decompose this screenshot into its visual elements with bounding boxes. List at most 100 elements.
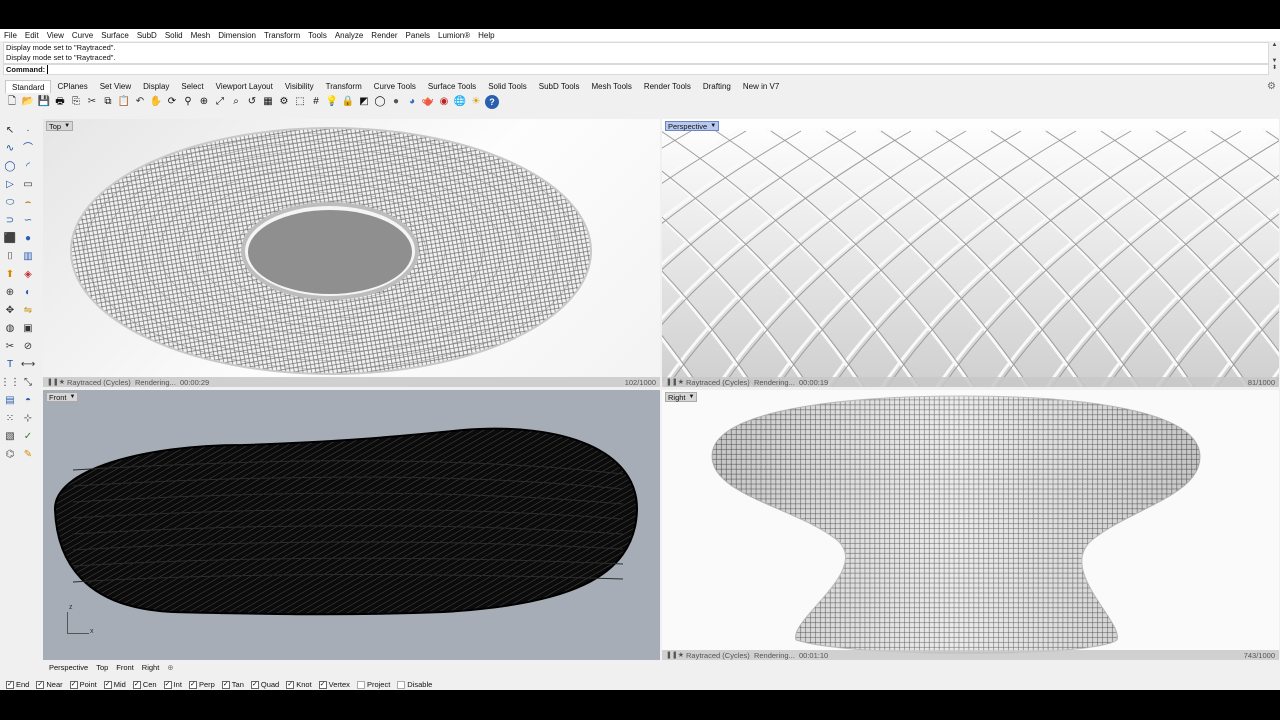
edit-points-icon[interactable]: ⊹ [20,412,36,426]
sphere-icon[interactable]: ● [20,232,36,246]
render-icon[interactable]: 🫖 [421,95,435,109]
toolbar-tab[interactable]: CPlanes [51,80,93,93]
check-icon[interactable]: ✓ [20,430,36,444]
rendered-icon[interactable]: ◕ [405,95,419,109]
osnap-vertex[interactable]: ✓ Vertex [318,680,350,689]
toolbar-tab[interactable]: Select [175,80,209,93]
zoom-icon[interactable]: ⚲ [181,95,195,109]
checkbox[interactable]: ✓ [6,680,14,689]
toolbar-tab[interactable]: Transform [320,80,368,93]
undo-icon[interactable]: ↶ [133,95,147,109]
viewport-tab[interactable]: Right [142,663,160,672]
save-icon[interactable]: 💾 [37,95,51,109]
command-scrollbar[interactable]: ⬍ [1270,64,1279,75]
menu-item[interactable]: Curve [72,31,93,40]
viewport-title-front[interactable]: Front ▼ [46,392,79,402]
osnap-point[interactable]: ✓ Point [69,680,97,689]
loft-icon[interactable]: ◈ [20,268,36,282]
analyze-icon[interactable]: ⌬ [2,448,18,462]
move-icon[interactable]: ✥ [2,304,18,318]
trim-icon[interactable]: ✂ [2,340,18,354]
menu-item[interactable]: Panels [406,31,430,40]
environment-icon[interactable]: 🌐 [453,95,467,109]
gear-icon[interactable]: ⚙ [1267,81,1276,92]
osnap-int[interactable]: ✓ Int [163,680,182,689]
checkbox[interactable]: ✓ [221,680,230,689]
viewport-right[interactable]: Right ▼ ❚❚★ Raytraced (Cycles) Rendering.… [662,390,1279,660]
osnap-tan[interactable]: ✓ Tan [221,680,244,689]
viewport-perspective[interactable]: Perspective ▼ ❚❚★ Raytraced (Cycles) Rend… [662,119,1279,387]
print-icon[interactable]: 🖶 [53,95,67,109]
help-icon[interactable]: ? [485,95,499,109]
pause-icon[interactable]: ❚❚★ [666,651,684,659]
osnap-knot[interactable]: ✓ Knot [286,680,312,689]
zoom-window-icon[interactable]: ⊕ [197,95,211,109]
render-sphere-icon[interactable]: ◓ [20,394,36,408]
array-icon[interactable]: ⋮⋮ [0,376,20,390]
select-all-icon[interactable]: ⬚ [293,95,307,109]
polygon-icon[interactable]: ▭ [20,178,36,192]
import-icon[interactable]: ⎘ [69,95,83,109]
ellipse-icon[interactable]: ⬭ [2,196,18,210]
viewport-title-top[interactable]: Top ▼ [46,121,74,131]
box-icon[interactable]: ⬛ [2,232,18,246]
toolbar-tab[interactable]: Mesh Tools [586,80,638,93]
menu-item[interactable]: View [47,31,64,40]
blend-curve-icon[interactable]: ∽ [20,214,36,228]
add-viewport-icon[interactable]: ⊕ [167,663,173,672]
checkbox[interactable]: ✓ [132,680,141,689]
open-file-icon[interactable]: 📂 [21,95,35,109]
offset-icon[interactable]: ⊃ [2,214,18,228]
layer-icon[interactable]: ◩ [357,95,371,109]
checkbox[interactable]: ✓ [286,680,295,689]
osnap-disable[interactable]: Disable [397,680,432,689]
fillet-curve-icon[interactable]: ⌢ [20,196,36,210]
new-file-icon[interactable]: 🗋 [5,95,19,109]
menu-item[interactable]: Solid [165,31,183,40]
menu-item[interactable]: Lumion® [438,31,470,40]
dimension-icon[interactable]: ⟷ [20,358,36,372]
toolbar-tab[interactable]: Surface Tools [422,80,482,93]
pause-icon[interactable]: ❚❚★ [47,378,65,386]
mirror-icon[interactable]: ⇋ [20,304,36,318]
checkbox[interactable]: ✓ [36,680,45,689]
text-icon[interactable]: T [2,358,18,372]
lock-icon[interactable]: 🔒 [341,95,355,109]
viewport-tab[interactable]: Perspective [49,663,88,672]
material-icon[interactable]: ◉ [437,95,451,109]
osnap-perp[interactable]: ✓ Perp [188,680,215,689]
toolbar-tab[interactable]: Visibility [279,80,320,93]
nurbs-icon[interactable]: ▣ [20,322,36,336]
osnap-mid[interactable]: ✓ Mid [103,680,126,689]
options-icon[interactable]: ⚙ [277,95,291,109]
layer-tool-icon[interactable]: ▧ [2,430,18,444]
osnap-quad[interactable]: ✓ Quad [250,680,279,689]
shaded-icon[interactable]: ● [389,95,403,109]
point-icon[interactable]: · [20,124,36,138]
shell-icon[interactable]: ◐ [20,286,36,300]
circle-icon[interactable]: ◯ [2,160,18,174]
four-view-icon[interactable]: ▦ [261,95,275,109]
checkbox[interactable]: ✓ [318,680,327,689]
viewport-title-right[interactable]: Right ▼ [665,392,698,402]
toolbar-tab[interactable]: Standard [5,80,52,93]
checkbox[interactable]: ✓ [188,680,197,689]
toolbar-tab[interactable]: SubD Tools [533,80,586,93]
menu-item[interactable]: SubD [137,31,157,40]
pan-icon[interactable]: ✋ [149,95,163,109]
wireframe-icon[interactable]: ◯ [373,95,387,109]
viewport-top[interactable]: Top ▼ ❚❚★ Raytraced (Cycles) Rendering...… [43,119,660,387]
toolbar-tab[interactable]: Curve Tools [368,80,422,93]
curve-icon[interactable]: ⌒ [20,142,36,156]
scale-icon[interactable]: ⤡ [20,376,36,390]
lights-icon[interactable]: 💡 [325,95,339,109]
toolbar-tab[interactable]: Set View [94,80,137,93]
checkbox[interactable]: ✓ [250,680,259,689]
menu-item[interactable]: Dimension [218,31,256,40]
grid-icon[interactable]: # [309,95,323,109]
menu-item[interactable]: Render [371,31,397,40]
menu-item[interactable]: Help [478,31,494,40]
menu-item[interactable]: Transform [264,31,300,40]
menu-item[interactable]: Mesh [191,31,211,40]
osnap-cen[interactable]: ✓ Cen [132,680,157,689]
